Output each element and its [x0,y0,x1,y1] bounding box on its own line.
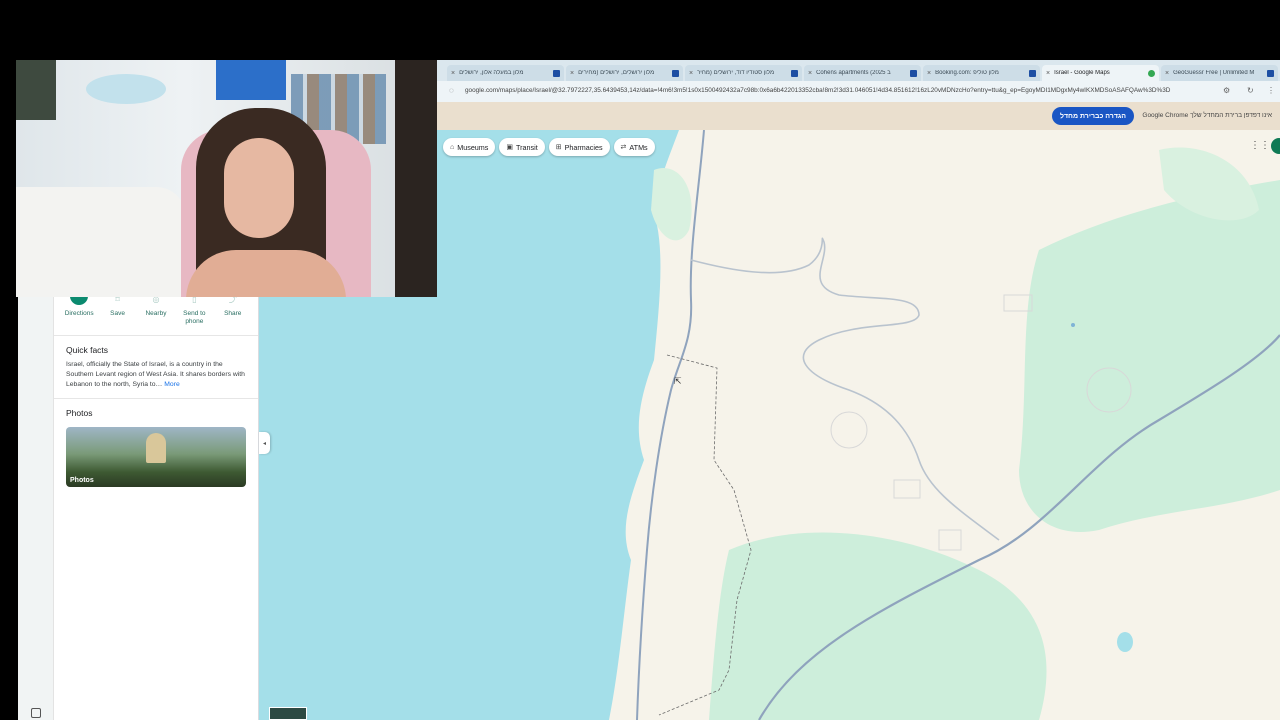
collapse-panel-button[interactable]: ◂ [259,432,270,454]
tab-title: מלון במעלה אלון, ירושלים [459,70,524,76]
mouse-cursor-icon: ⇱ [674,376,682,386]
map-category-chips: ⌂ Museums ▣ Transit ⊞ Pharmacies ⇄ ATMs [443,138,655,156]
booking-favicon-icon [672,69,679,77]
browser-tab[interactable]: × GeoGuessr Free | Unlimited M [1161,65,1278,81]
webcam-poster [16,60,56,120]
browser-tab[interactable]: × מלון סטודיו דוד, ירושלים (מחיר [685,65,802,81]
close-tab-icon[interactable]: × [1046,70,1050,77]
action-label: Directions [64,310,94,317]
url-text[interactable]: google.com/maps/place/Israel/@32.7972227… [465,87,1225,94]
saved-icon[interactable] [31,708,41,718]
quick-facts-title: Quick facts [66,345,109,355]
nearby-button[interactable]: ◎ Nearby [138,295,174,335]
atm-icon: ⇄ [620,144,627,151]
close-tab-icon[interactable]: × [451,70,455,77]
pharmacy-icon: ⊞ [555,144,562,151]
booking-favicon-icon [910,69,917,77]
booking-favicon-icon [1029,69,1036,77]
site-info-icon[interactable]: ◌ [449,86,459,96]
photo-dome [146,433,166,463]
action-label: Share [224,310,242,317]
action-label: Send to phone [183,310,206,325]
infobar-message: Google Chrome אינו דפדפן ברירת המחדל שלך [1142,112,1272,119]
close-tab-icon[interactable]: × [570,70,574,77]
tab-title: Booking.com: מלון טוליפ [935,70,999,76]
place-actions-row: Directions ⌑ Save ◎ Nearby ▯ Send to phone ⤴ Sha… [54,293,258,335]
tab-title: מלון ירושלים, ירושלים (מחירים [578,70,655,76]
webcam-blue-poster [216,60,286,100]
default-browser-infobar: הגדרה כברירת מחדל Google Chrome אינו דפד… [437,102,1280,130]
webcam-door [395,60,437,297]
close-tab-icon[interactable]: × [689,70,693,77]
set-default-button[interactable]: הגדרה כברירת מחדל [1051,107,1134,125]
quick-facts-text: Israel, officially the State of Israel, … [54,360,258,398]
browser-tab-bar: × מלון במעלה אלון, ירושלים × מלון ירושלים, … [437,60,1280,81]
address-bar[interactable]: ◌ google.com/maps/place/Israel/@32.79722… [437,81,1280,102]
tab-title: Israel - Google Maps [1054,70,1110,76]
reload-icon[interactable]: ↻ [1247,86,1257,96]
photos-title: Photos [66,408,93,418]
quick-facts-body: Israel, officially the State of Israel, … [66,361,245,388]
browser-tab[interactable]: × Booking.com: מלון טוליפ [923,65,1040,81]
tab-title: Cohens apartments (2025 ב [816,70,891,76]
webcam-person-body [186,250,346,297]
booking-favicon-icon [1267,69,1274,77]
map-dot [1071,323,1075,327]
menu-icon[interactable]: ⋮ [1267,86,1277,96]
place-side-panel: Directions ⌑ Save ◎ Nearby ▯ Send to phone ⤴ Sha… [54,293,259,720]
chip-museums[interactable]: ⌂ Museums [443,138,496,156]
chip-label: Transit [516,142,538,152]
water-body [1117,632,1133,652]
browser-tab[interactable]: × Cohens apartments (2025 ב [804,65,921,81]
photos-card-label: Photos [70,477,94,484]
transit-icon: ▣ [506,144,514,151]
chip-label: ATMs [629,142,648,152]
more-link[interactable]: More [164,381,180,388]
save-button[interactable]: ⌑ Save [100,295,136,335]
chip-label: Pharmacies [564,142,603,152]
tune-icon[interactable]: ⚙ [1223,86,1233,96]
tab-title: GeoGuessr Free | Unlimited M [1173,70,1255,76]
chip-transit[interactable]: ▣ Transit [499,138,545,156]
booking-favicon-icon [553,69,560,77]
maps-left-rail [18,297,54,720]
chip-pharmacies[interactable]: ⊞ Pharmacies [548,138,610,156]
chip-label: Museums [457,142,489,152]
google-maps-favicon-icon [1148,69,1155,77]
browser-tab[interactable]: × מלון ירושלים, ירושלים (מחירים [566,65,683,81]
museum-icon: ⌂ [450,143,455,151]
google-apps-icon[interactable]: ⋮⋮ [1250,140,1270,152]
webcam-person-face [224,138,294,238]
chip-atms[interactable]: ⇄ ATMs [613,138,655,156]
webcam-overlay [16,60,437,297]
account-avatar[interactable] [1271,138,1280,154]
photos-card[interactable]: Photos [66,427,246,487]
booking-favicon-icon [791,69,798,77]
webcam-bed [16,187,186,297]
close-tab-icon[interactable]: × [927,70,931,77]
send-to-phone-button[interactable]: ▯ Send to phone [176,295,212,335]
browser-tab[interactable]: × מלון במעלה אלון, ירושלים [447,65,564,81]
browser-tab[interactable]: × Israel - Google Maps [1042,65,1159,81]
layers-thumbnail[interactable] [269,707,307,720]
webcam-decoration [86,74,166,104]
action-label: Nearby [145,310,167,317]
close-tab-icon[interactable]: × [1165,70,1169,77]
action-label: Save [110,310,125,317]
share-button[interactable]: ⤴ Share [215,295,251,335]
tab-title: מלון סטודיו דוד, ירושלים (מחיר [697,70,775,76]
directions-button[interactable]: Directions [61,293,97,335]
close-tab-icon[interactable]: × [808,70,812,77]
